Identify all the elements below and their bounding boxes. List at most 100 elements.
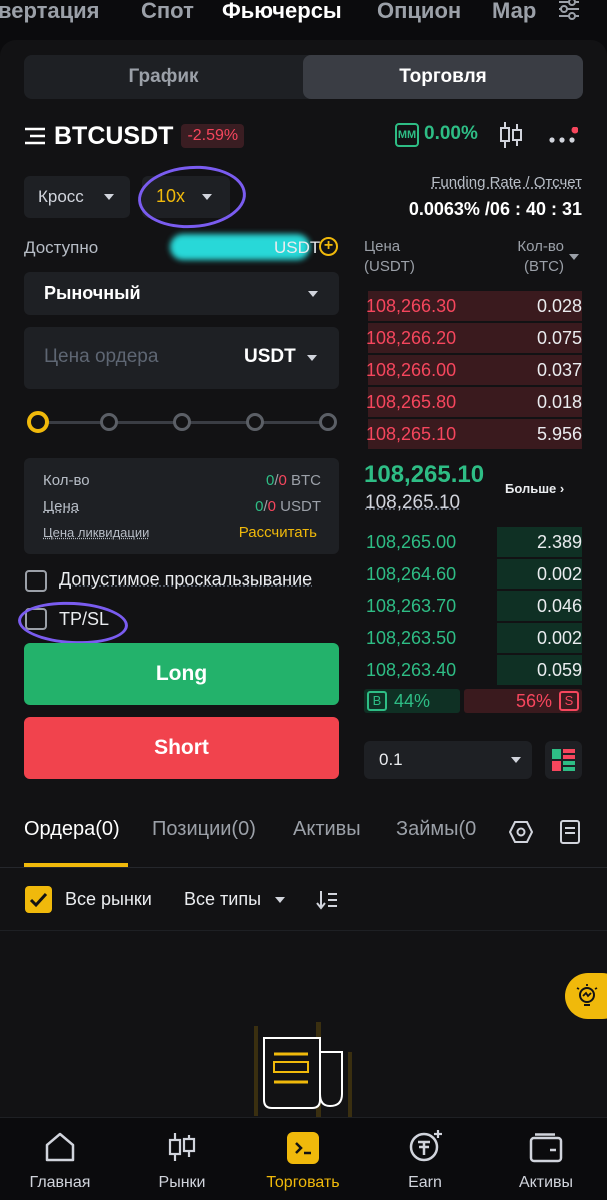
tab-chart[interactable]: График (24, 55, 303, 99)
nav-home[interactable]: Главная (20, 1174, 100, 1192)
trade-icon[interactable] (287, 1132, 319, 1164)
long-button[interactable]: Long (24, 643, 339, 705)
pair-header[interactable]: BTCUSDT -2.59% (24, 120, 244, 152)
all-markets-label: Все рынки (65, 889, 152, 910)
pair-menu-icon[interactable] (24, 126, 46, 146)
chevron-down-icon (511, 757, 521, 763)
top-nav: вертация Спот Фьючерсы Опцион Мар (0, 0, 607, 34)
floating-insight-button[interactable] (565, 973, 607, 1019)
slider-step-100[interactable] (319, 413, 337, 431)
tab-positions[interactable]: Позиции(0) (152, 818, 256, 841)
tab-loans[interactable]: Займы(0 (396, 818, 483, 841)
price-unit-select[interactable]: USDT (244, 346, 296, 368)
tab-assets[interactable]: Активы (293, 818, 361, 841)
tabs-divider (0, 867, 607, 868)
slider-step-25[interactable] (100, 413, 118, 431)
nav-assets[interactable]: Активы (506, 1174, 586, 1192)
add-funds-icon[interactable]: + (319, 237, 338, 256)
liquidation-label: Цена ликвидации (43, 525, 149, 540)
qty-value: 0/0 BTC (266, 472, 321, 489)
chevron-down-icon (104, 194, 114, 200)
check-icon (25, 886, 52, 913)
bid-row[interactable]: 108,263.70 0.046 (364, 591, 582, 621)
orderbook-layout-icon (552, 749, 575, 771)
order-type-value: Рыночный (44, 283, 141, 304)
all-types-select[interactable]: Все типы (184, 889, 261, 910)
tab-trade[interactable]: Торговля (303, 55, 583, 99)
order-price-input[interactable]: Цена ордера USDT (24, 327, 339, 389)
order-summary-card: Кол-во 0/0 BTC Цена 0/0 USDT Цена ликвид… (24, 458, 339, 554)
more-menu-icon[interactable] (548, 127, 578, 154)
more-link[interactable]: Больше › (505, 481, 564, 496)
slider-step-75[interactable] (246, 413, 264, 431)
filter-settings-icon[interactable] (556, 0, 582, 22)
sell-tag: S (559, 691, 579, 711)
bid-row[interactable]: 108,263.40 0.059 (364, 655, 582, 685)
candlestick-chart-icon[interactable] (498, 120, 524, 150)
view-switcher: График Торговля (24, 55, 583, 99)
home-icon[interactable] (44, 1131, 76, 1163)
orderbook-layout-button[interactable] (545, 741, 582, 779)
funding-value: 0.0063% /06 : 40 : 31 (358, 199, 582, 220)
qty-label: Кол-во (43, 472, 90, 489)
ask-row[interactable]: 108,265.80 0.018 (364, 387, 582, 417)
bid-row[interactable]: 108,264.60 0.002 (364, 559, 582, 589)
empty-orders-illustration (250, 1022, 360, 1122)
ask-row[interactable]: 108,265.10 5.956 (364, 419, 582, 449)
price-change-badge: -2.59% (181, 124, 244, 148)
price-label: Цена (43, 498, 79, 515)
slider-step-50[interactable] (173, 413, 191, 431)
order-type-select[interactable]: Рыночный (24, 272, 339, 315)
available-unit: USDT (274, 238, 320, 258)
mm-ratio: 0.00% (424, 123, 478, 145)
available-label: Доступно (24, 238, 98, 258)
tab-orders[interactable]: Ордера(0) (24, 818, 120, 841)
earn-coin-icon[interactable] (408, 1129, 444, 1163)
order-history-icon[interactable] (560, 820, 580, 844)
slippage-checkbox[interactable] (25, 570, 47, 592)
chevron-down-icon (569, 254, 579, 260)
price-step-value: 0.1 (379, 750, 403, 770)
ask-row[interactable]: 108,266.30 0.028 (364, 291, 582, 321)
sell-percent: 56% (516, 691, 552, 712)
chevron-down-icon (308, 291, 318, 297)
calculate-link[interactable]: Рассчитать (239, 524, 317, 541)
buy-percent: 44% (394, 691, 430, 712)
wallet-icon[interactable] (529, 1133, 563, 1163)
nav-earn[interactable]: Earn (385, 1174, 465, 1192)
chevron-down-icon (275, 897, 285, 903)
price-step-select[interactable]: 0.1 (364, 741, 532, 779)
top-nav-item-markets[interactable]: Мар (492, 0, 536, 24)
top-nav-item-conversion[interactable]: вертация (0, 0, 100, 24)
ask-row[interactable]: 108,266.20 0.075 (364, 323, 582, 353)
funding-label[interactable]: Funding Rate / Отсчет (358, 174, 582, 191)
all-markets-checkbox[interactable] (25, 886, 52, 913)
top-nav-item-spot[interactable]: Спот (141, 0, 194, 24)
ask-row[interactable]: 108,266.00 0.037 (364, 355, 582, 385)
nav-trade[interactable]: Торговать (253, 1174, 353, 1192)
amount-slider-handle[interactable] (27, 411, 49, 433)
settings-hexagon-icon[interactable] (509, 820, 533, 844)
nav-markets[interactable]: Рынки (142, 1174, 222, 1192)
order-price-placeholder: Цена ордера (44, 346, 158, 368)
margin-mode-value: Кросс (38, 187, 84, 207)
sell-ratio-bar: 56% S (464, 689, 582, 713)
markets-candles-icon[interactable] (166, 1131, 198, 1163)
slippage-label: Допустимое проскальзывание (59, 569, 312, 590)
bid-row[interactable]: 108,265.00 2.389 (364, 527, 582, 557)
sort-icon[interactable] (316, 890, 338, 910)
buy-ratio-bar: B 44% (364, 689, 460, 713)
pair-symbol: BTCUSDT (54, 122, 173, 151)
top-nav-item-futures[interactable]: Фьючерсы (222, 0, 342, 24)
top-nav-item-options[interactable]: Опцион (377, 0, 461, 24)
short-button[interactable]: Short (24, 717, 339, 779)
mm-badge: MM (395, 123, 419, 147)
bid-row[interactable]: 108,263.50 0.002 (364, 623, 582, 653)
mark-price: 108,265.10 (365, 492, 460, 514)
margin-mode-select[interactable]: Кросс (24, 176, 130, 218)
ob-qty-header[interactable]: Кол-во (BTC) (470, 237, 564, 277)
chevron-down-icon (307, 355, 317, 361)
last-price: 108,265.10 (364, 461, 484, 489)
filters-divider (0, 930, 607, 931)
buy-tag: B (367, 691, 387, 711)
